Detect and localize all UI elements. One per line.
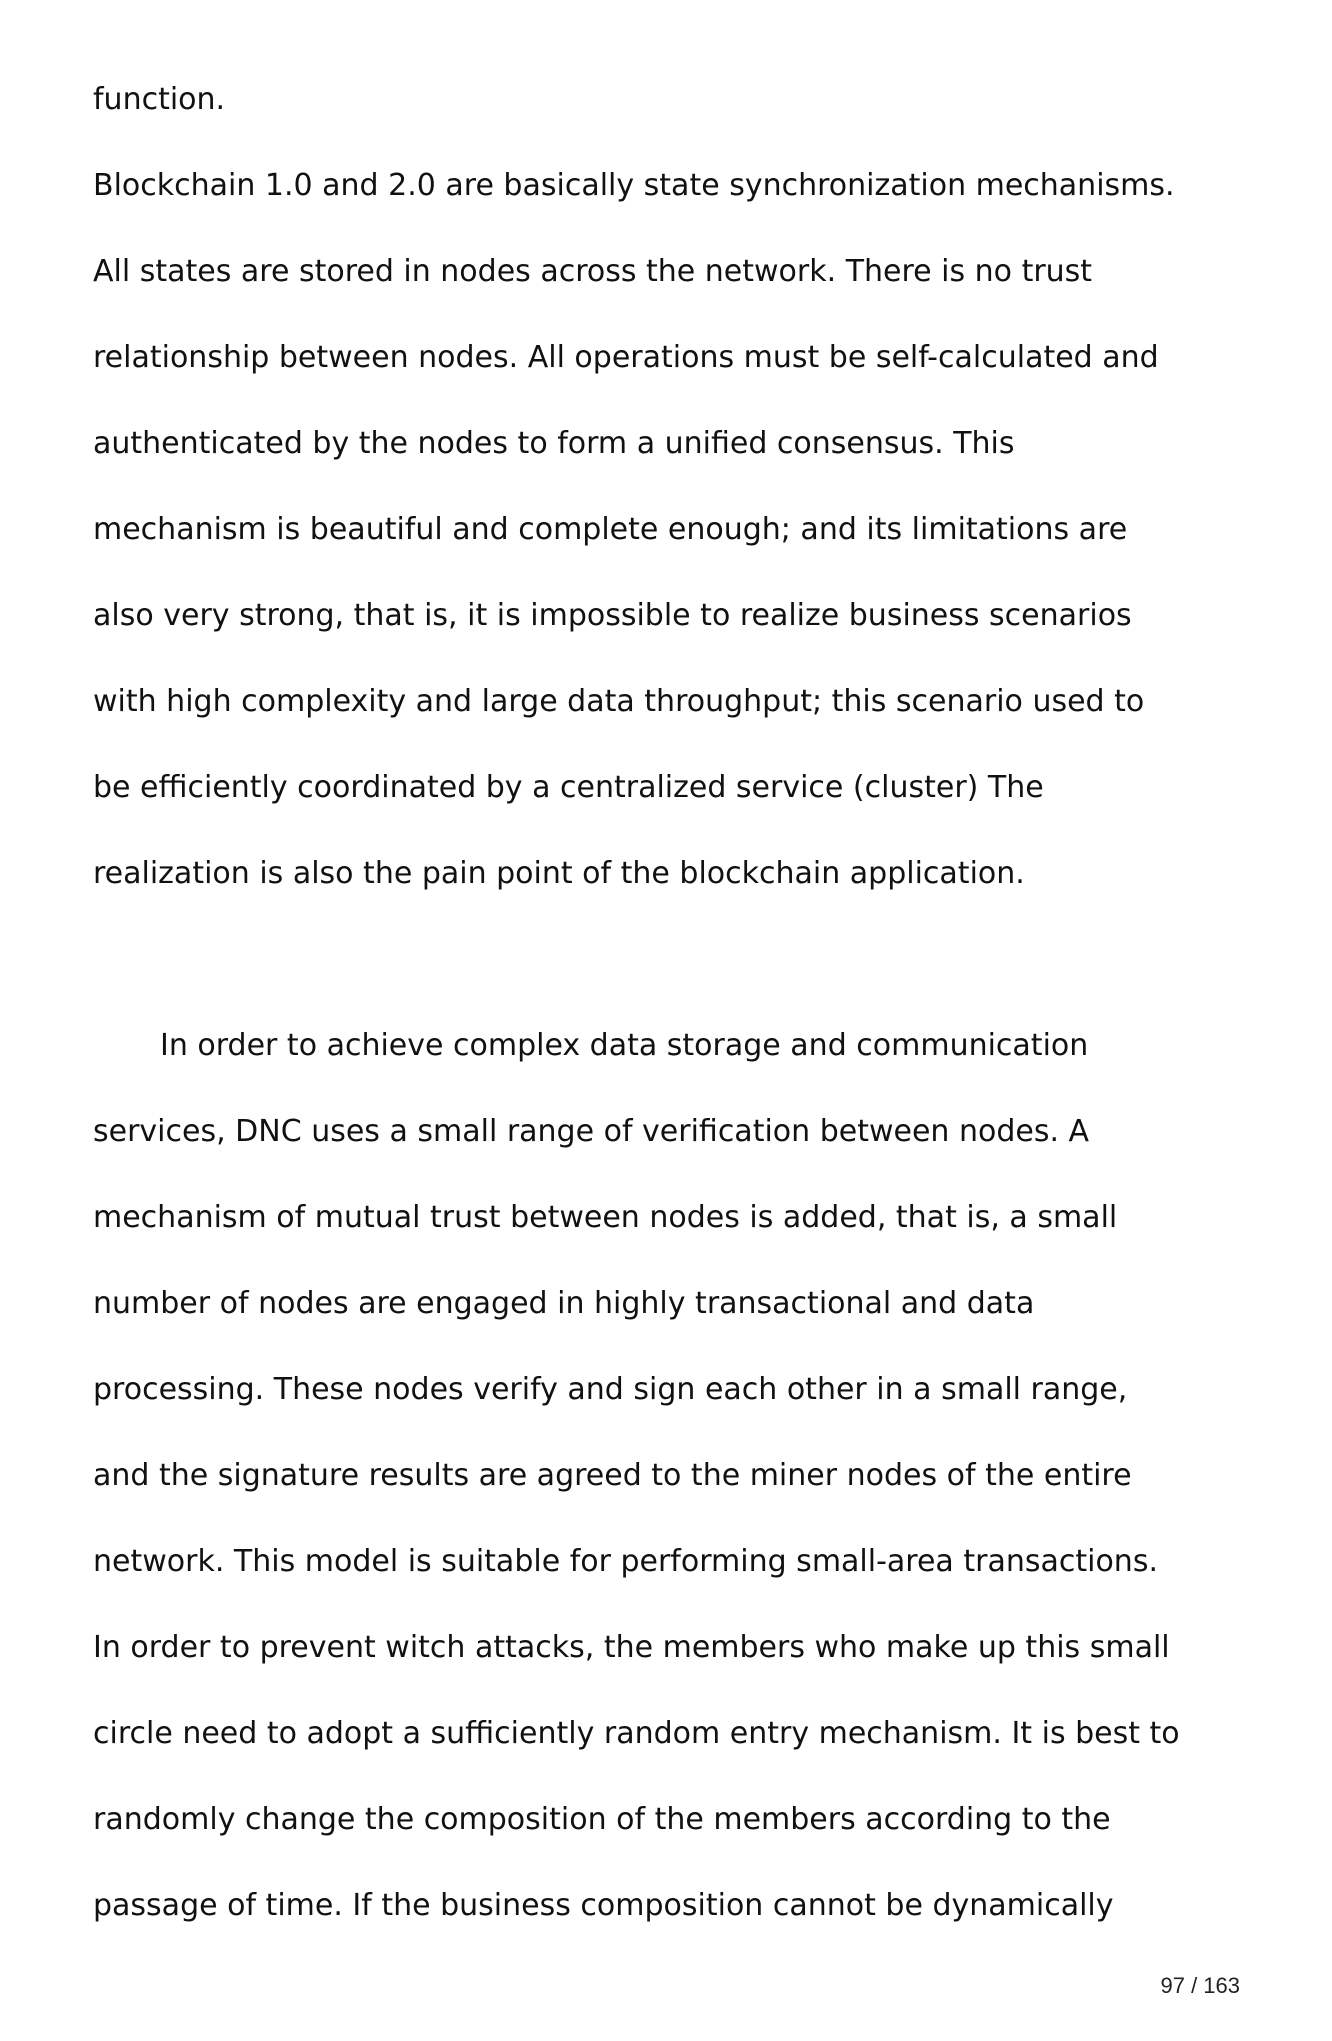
paragraph-2-line: services, DNC uses a small range of veri…: [93, 1114, 1090, 1149]
paragraph-1-line: function.: [93, 82, 226, 117]
paragraph-1-line: All states are stored in nodes across th…: [93, 254, 1093, 289]
paragraph-1-line: authenticated by the nodes to form a uni…: [93, 426, 1015, 461]
paragraph-1-line: mechanism is beautiful and complete enou…: [93, 512, 1128, 547]
paragraph-2-line: In order to prevent witch attacks, the m…: [93, 1630, 1170, 1665]
paragraph-1-line: also very strong, that is, it is impossi…: [93, 598, 1132, 633]
paragraph-1-line: with high complexity and large data thro…: [93, 684, 1145, 719]
paragraph-2-line: processing. These nodes verify and sign …: [93, 1372, 1128, 1407]
paragraph-2-line: randomly change the composition of the m…: [93, 1802, 1111, 1837]
paragraph-1-line: relationship between nodes. All operatio…: [93, 340, 1159, 375]
paragraph-2-line: network. This model is suitable for perf…: [93, 1544, 1158, 1579]
paragraph-2-line: In order to achieve complex data storage…: [160, 1028, 1089, 1063]
page-number: 97 / 163: [1160, 1973, 1240, 1998]
paragraph-2-line: passage of time. If the business composi…: [93, 1888, 1114, 1923]
document-page: function. Blockchain 1.0 and 2.0 are bas…: [0, 0, 1332, 2041]
paragraph-1-line: be efficiently coordinated by a centrali…: [93, 770, 1044, 805]
paragraph-2-line: mechanism of mutual trust between nodes …: [93, 1200, 1118, 1235]
paragraph-2-line: and the signature results are agreed to …: [93, 1458, 1132, 1493]
paragraph-1-line: Blockchain 1.0 and 2.0 are basically sta…: [93, 168, 1175, 203]
paragraph-1-line: realization is also the pain point of th…: [93, 856, 1025, 891]
paragraph-2-line: circle need to adopt a sufficiently rand…: [93, 1716, 1180, 1751]
paragraph-2-line: number of nodes are engaged in highly tr…: [93, 1286, 1035, 1321]
